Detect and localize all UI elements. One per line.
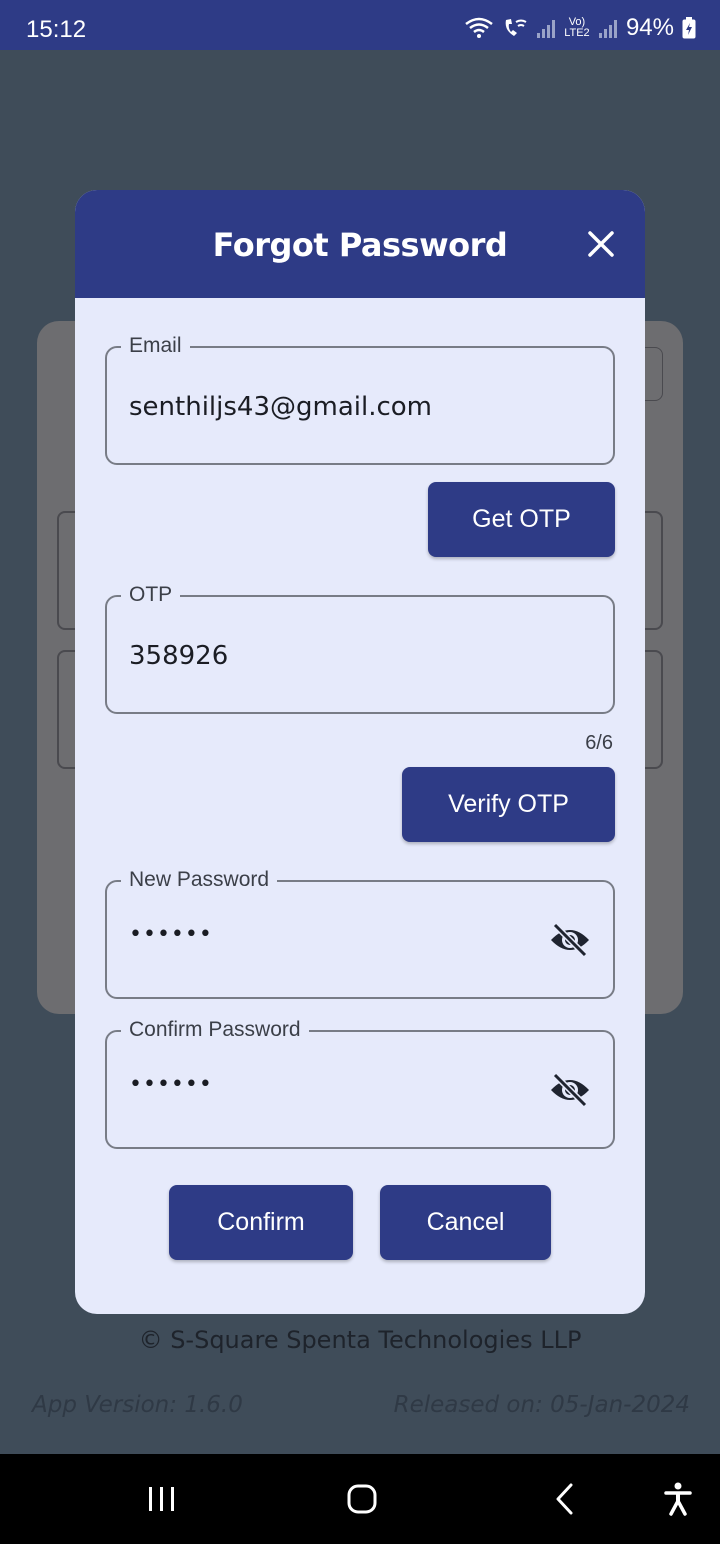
signal-icon [536, 20, 555, 38]
battery-percent: 94% [625, 14, 674, 41]
signal-icon [598, 20, 617, 38]
otp-label: OTP [121, 583, 181, 607]
home-button[interactable] [320, 1454, 404, 1544]
copyright-text: © S-Square Spenta Technologies LLP [138, 1326, 582, 1354]
eye-off-icon[interactable] [549, 922, 591, 958]
confirm-password-label: Confirm Password [121, 1018, 309, 1042]
eye-off-icon[interactable] [549, 1072, 591, 1108]
battery-charging-icon [682, 17, 696, 39]
get-otp-button[interactable]: Get OTP [428, 482, 615, 557]
confirm-password-value: •••••• [129, 1072, 213, 1097]
status-time: 15:12 [26, 16, 87, 43]
confirm-password-field[interactable]: Confirm Password •••••• [105, 1018, 615, 1149]
wifi-call-icon [505, 19, 527, 36]
forgot-password-dialog: Forgot Password Email senthiljs43@gmail.… [75, 190, 645, 1314]
dialog-title: Forgot Password [212, 226, 508, 264]
navigation-bar [0, 1454, 720, 1544]
email-value: senthiljs43@gmail.com [129, 392, 432, 422]
recent-apps-button[interactable] [120, 1454, 204, 1544]
new-password-value: •••••• [129, 922, 213, 947]
release-date: Released on: 05-Jan-2024 [393, 1392, 690, 1418]
otp-character-counter: 6/6 [585, 732, 613, 754]
recent-apps-icon [149, 1487, 174, 1511]
status-bar: 15:12 Vo) LTE2 94% [0, 0, 720, 50]
dialog-header: Forgot Password [75, 190, 645, 298]
status-icons: Vo) LTE2 94% [464, 14, 696, 42]
wifi-icon [465, 17, 493, 38]
confirm-button[interactable]: Confirm [169, 1185, 353, 1260]
app-version: App Version: 1.6.0 [32, 1392, 243, 1418]
new-password-field[interactable]: New Password •••••• [105, 868, 615, 999]
new-password-label: New Password [121, 868, 278, 892]
otp-field[interactable]: OTP 358926 [105, 583, 615, 714]
otp-value: 358926 [129, 641, 229, 671]
back-icon [556, 1483, 573, 1515]
back-button[interactable] [522, 1454, 606, 1544]
accessibility-button[interactable] [640, 1454, 716, 1544]
email-label: Email [121, 334, 190, 358]
cancel-button[interactable]: Cancel [380, 1185, 551, 1260]
lte-label: Vo) LTE2 [564, 16, 590, 39]
close-icon[interactable] [585, 228, 617, 260]
home-icon [347, 1484, 377, 1514]
verify-otp-button[interactable]: Verify OTP [402, 767, 615, 842]
accessibility-icon [664, 1482, 692, 1516]
email-field[interactable]: Email senthiljs43@gmail.com [105, 334, 615, 465]
